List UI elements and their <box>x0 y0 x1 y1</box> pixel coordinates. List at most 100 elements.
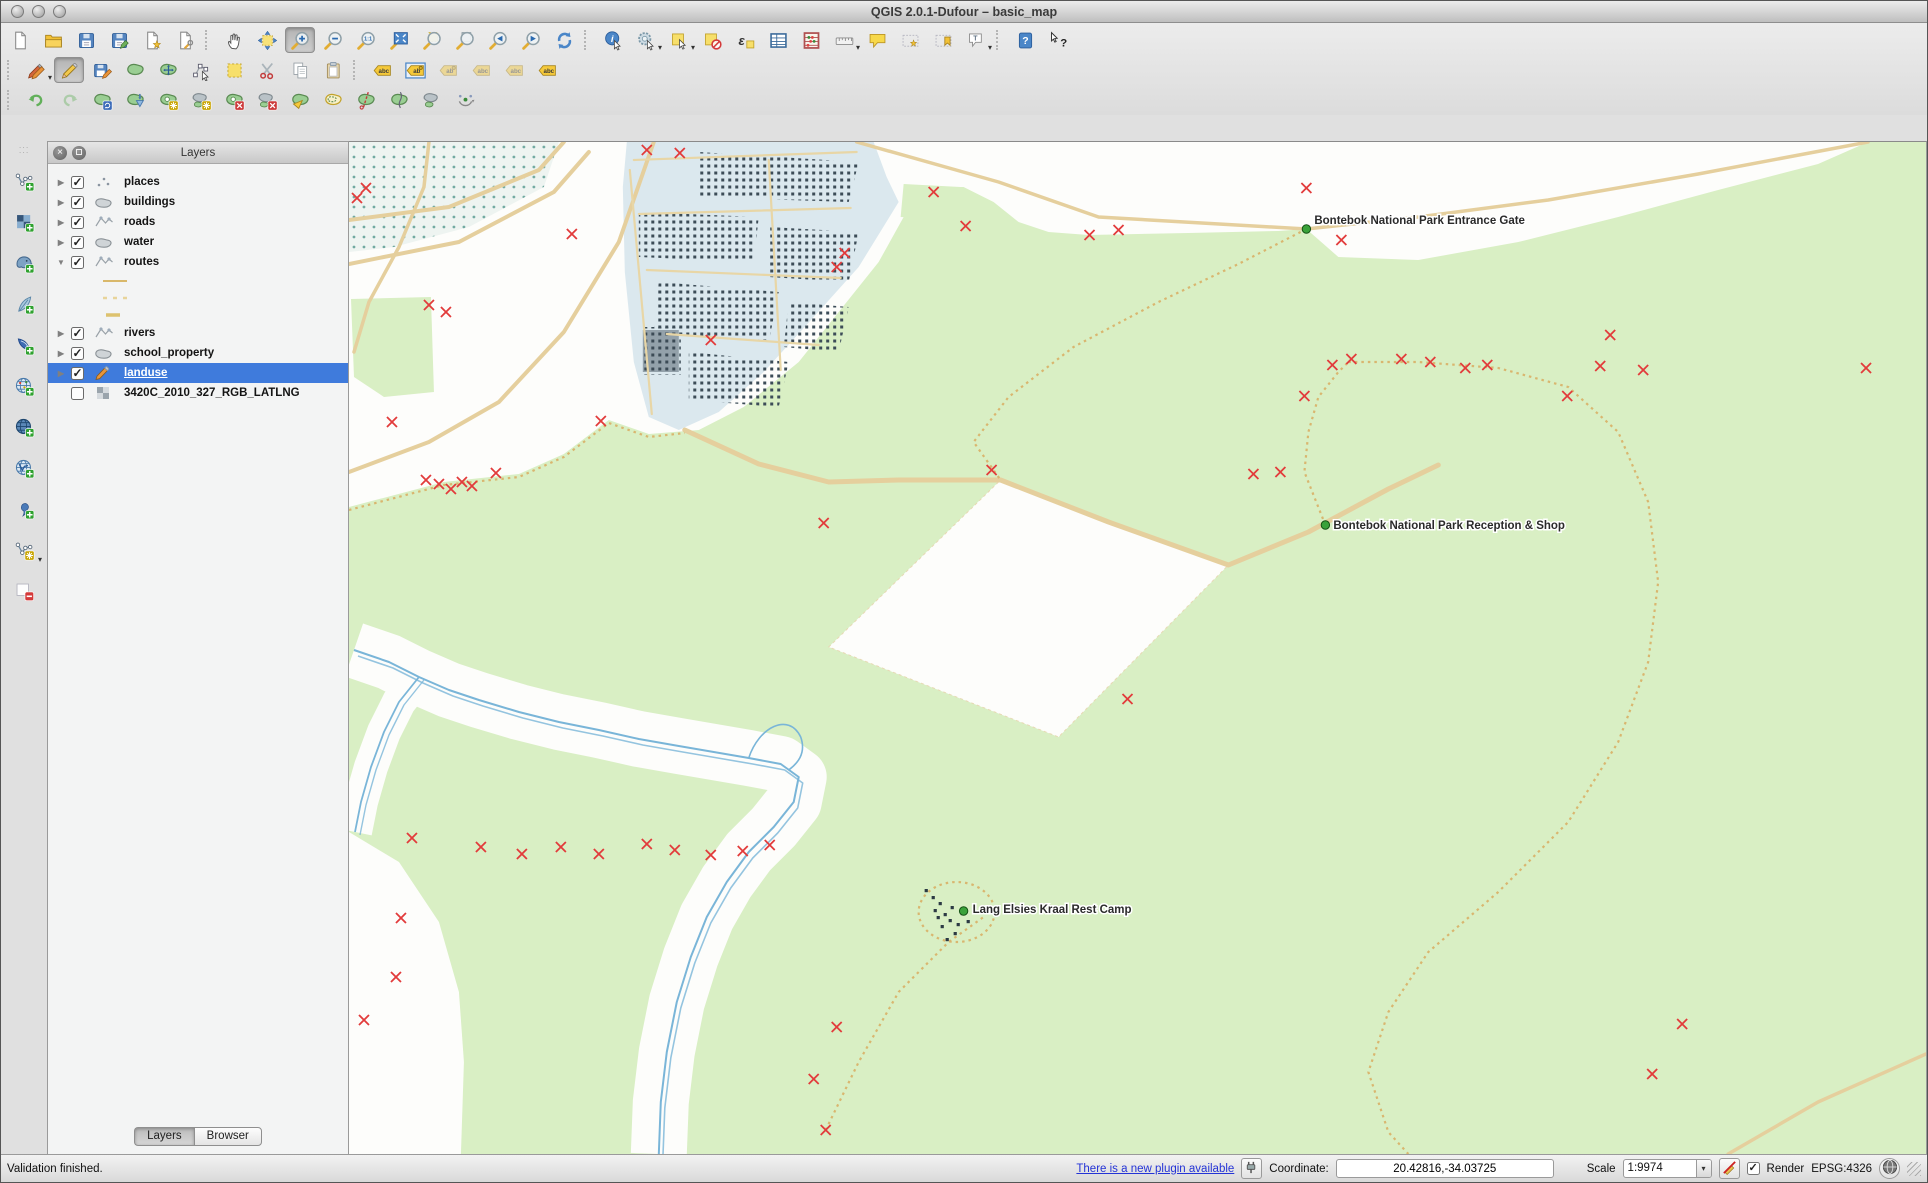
plugin-link[interactable]: There is a new plugin available <box>1076 1163 1234 1175</box>
layer-visibility-checkbox[interactable]: ✓ <box>71 346 84 360</box>
layer-visibility-checkbox[interactable] <box>71 386 84 400</box>
text-annotation-button[interactable]: T ▾ <box>961 27 992 53</box>
new-print-composer-button[interactable] <box>137 27 167 53</box>
cut-features-button[interactable] <box>252 57 282 83</box>
zoom-next-button[interactable] <box>516 27 546 53</box>
select-features-button[interactable]: ▾ <box>664 27 695 53</box>
zoom-last-button[interactable] <box>483 27 513 53</box>
scale-combo[interactable]: 1:9974 ▾ <box>1622 1159 1712 1178</box>
close-window-button[interactable] <box>11 5 24 18</box>
change-label-button[interactable]: abc <box>532 57 562 83</box>
add-wms-layer-button[interactable] <box>7 371 41 401</box>
deselect-all-button[interactable] <box>697 27 727 53</box>
open-project-button[interactable] <box>38 27 68 53</box>
layer-item-places[interactable]: ▶ ✓ places <box>48 172 348 192</box>
split-features-button[interactable] <box>351 87 381 113</box>
layer-visibility-checkbox[interactable]: ✓ <box>71 175 84 189</box>
pan-to-selection-button[interactable] <box>252 27 282 53</box>
layer-item-water[interactable]: ▶ ✓ water <box>48 232 348 252</box>
chevron-expanded-icon[interactable]: ▼ <box>56 258 66 267</box>
zoom-window-button[interactable] <box>53 5 66 18</box>
copy-features-button[interactable] <box>285 57 315 83</box>
select-by-expression-button[interactable]: ε <box>730 27 760 53</box>
identify-features-button[interactable]: i <box>598 27 628 53</box>
reshape-features-button[interactable] <box>285 87 315 113</box>
coordinate-input[interactable] <box>1335 1159 1554 1178</box>
zoom-out-button[interactable] <box>318 27 348 53</box>
chevron-collapsed-icon[interactable]: ▶ <box>56 238 66 247</box>
add-wcs-layer-button[interactable] <box>7 412 41 442</box>
add-mssql-layer-button[interactable] <box>7 330 41 360</box>
paste-features-button[interactable] <box>318 57 348 83</box>
rotate-feature-button[interactable] <box>87 87 117 113</box>
zoom-full-button[interactable] <box>384 27 414 53</box>
chevron-collapsed-icon[interactable]: ▶ <box>56 329 66 338</box>
layer-item-school_property[interactable]: ▶ ✓ school_property <box>48 343 348 363</box>
panel-detach-button[interactable] <box>72 146 86 160</box>
map-canvas[interactable]: Bontebok National Park Entrance Gate Bont… <box>349 141 1927 1154</box>
layer-item-routes[interactable]: ▼ ✓ routes <box>48 252 348 272</box>
layer-item-roads[interactable]: ▶ ✓ roads <box>48 212 348 232</box>
map-tips-button[interactable] <box>862 27 892 53</box>
layer-visibility-checkbox[interactable]: ✓ <box>71 326 84 340</box>
new-project-button[interactable] <box>5 27 35 53</box>
resize-grip[interactable] <box>1907 1161 1921 1176</box>
show-bookmarks-button[interactable] <box>928 27 958 53</box>
move-label-button[interactable]: abc <box>466 57 496 83</box>
new-bookmark-button[interactable] <box>895 27 925 53</box>
add-raster-layer-button[interactable] <box>7 207 41 237</box>
layer-item-buildings[interactable]: ▶ ✓ buildings <box>48 192 348 212</box>
tab-layers[interactable]: Layers <box>134 1127 194 1146</box>
labeling-options-button[interactable]: abc <box>367 57 397 83</box>
rotate-label-button[interactable]: abc <box>499 57 529 83</box>
split-parts-button[interactable] <box>384 87 414 113</box>
remove-layer-button[interactable] <box>7 576 41 606</box>
new-shapefile-layer-button[interactable]: ▾ <box>7 535 42 565</box>
chevron-collapsed-icon[interactable]: ▶ <box>56 369 66 378</box>
crs-status-button[interactable] <box>1879 1158 1900 1179</box>
add-feature-button[interactable] <box>120 57 150 83</box>
add-ring-button[interactable] <box>153 87 183 113</box>
layer-visibility-checkbox[interactable]: ✓ <box>71 215 84 229</box>
layer-item-landuse[interactable]: ▶ ✓ landuse <box>48 363 348 383</box>
offset-curve-button[interactable] <box>318 87 348 113</box>
undo-button[interactable] <box>21 87 51 113</box>
add-delimited-text-layer-button[interactable] <box>7 494 41 524</box>
chevron-collapsed-icon[interactable]: ▶ <box>56 349 66 358</box>
plugin-button[interactable] <box>1241 1158 1263 1179</box>
add-postgis-layer-button[interactable] <box>7 248 41 278</box>
rotate-point-symbols-button[interactable] <box>450 87 480 113</box>
save-project-as-button[interactable] <box>104 27 134 53</box>
merge-features-button[interactable] <box>417 87 447 113</box>
add-wfs-layer-button[interactable] <box>7 453 41 483</box>
stop-render-button[interactable] <box>1718 1158 1740 1179</box>
whats-this-button[interactable]: ? <box>1043 27 1073 53</box>
field-calculator-button[interactable] <box>796 27 826 53</box>
composer-manager-button[interactable] <box>170 27 200 53</box>
pan-map-button[interactable] <box>219 27 249 53</box>
pin-unpin-labels-button[interactable]: ab <box>400 57 430 83</box>
save-layer-edits-button[interactable] <box>87 57 117 83</box>
zoom-to-layer-button[interactable] <box>450 27 480 53</box>
toggle-editing-button[interactable] <box>54 57 84 83</box>
current-edits-button[interactable]: ▾ <box>21 57 52 83</box>
layer-visibility-checkbox[interactable]: ✓ <box>71 255 84 269</box>
zoom-to-selection-button[interactable] <box>417 27 447 53</box>
zoom-native-button[interactable]: 1:1 <box>351 27 381 53</box>
save-project-button[interactable] <box>71 27 101 53</box>
add-vector-layer-button[interactable] <box>7 166 41 196</box>
show-hide-labels-button[interactable]: ab <box>433 57 463 83</box>
delete-ring-button[interactable] <box>219 87 249 113</box>
delete-selected-button[interactable] <box>219 57 249 83</box>
tab-browser[interactable]: Browser <box>193 1127 262 1146</box>
chevron-collapsed-icon[interactable]: ▶ <box>56 178 66 187</box>
measure-button[interactable]: ▾ <box>829 27 860 53</box>
chevron-collapsed-icon[interactable]: ▶ <box>56 198 66 207</box>
node-tool-button[interactable] <box>186 57 216 83</box>
redo-button[interactable] <box>54 87 84 113</box>
layer-item-3420C_2010_327_RGB_LATLNG[interactable]: 3420C_2010_327_RGB_LATLNG <box>48 383 348 403</box>
layer-visibility-checkbox[interactable]: ✓ <box>71 366 84 380</box>
help-button[interactable]: ? <box>1010 27 1040 53</box>
chevron-collapsed-icon[interactable]: ▶ <box>56 218 66 227</box>
render-checkbox[interactable]: ✓ <box>1746 1162 1760 1175</box>
